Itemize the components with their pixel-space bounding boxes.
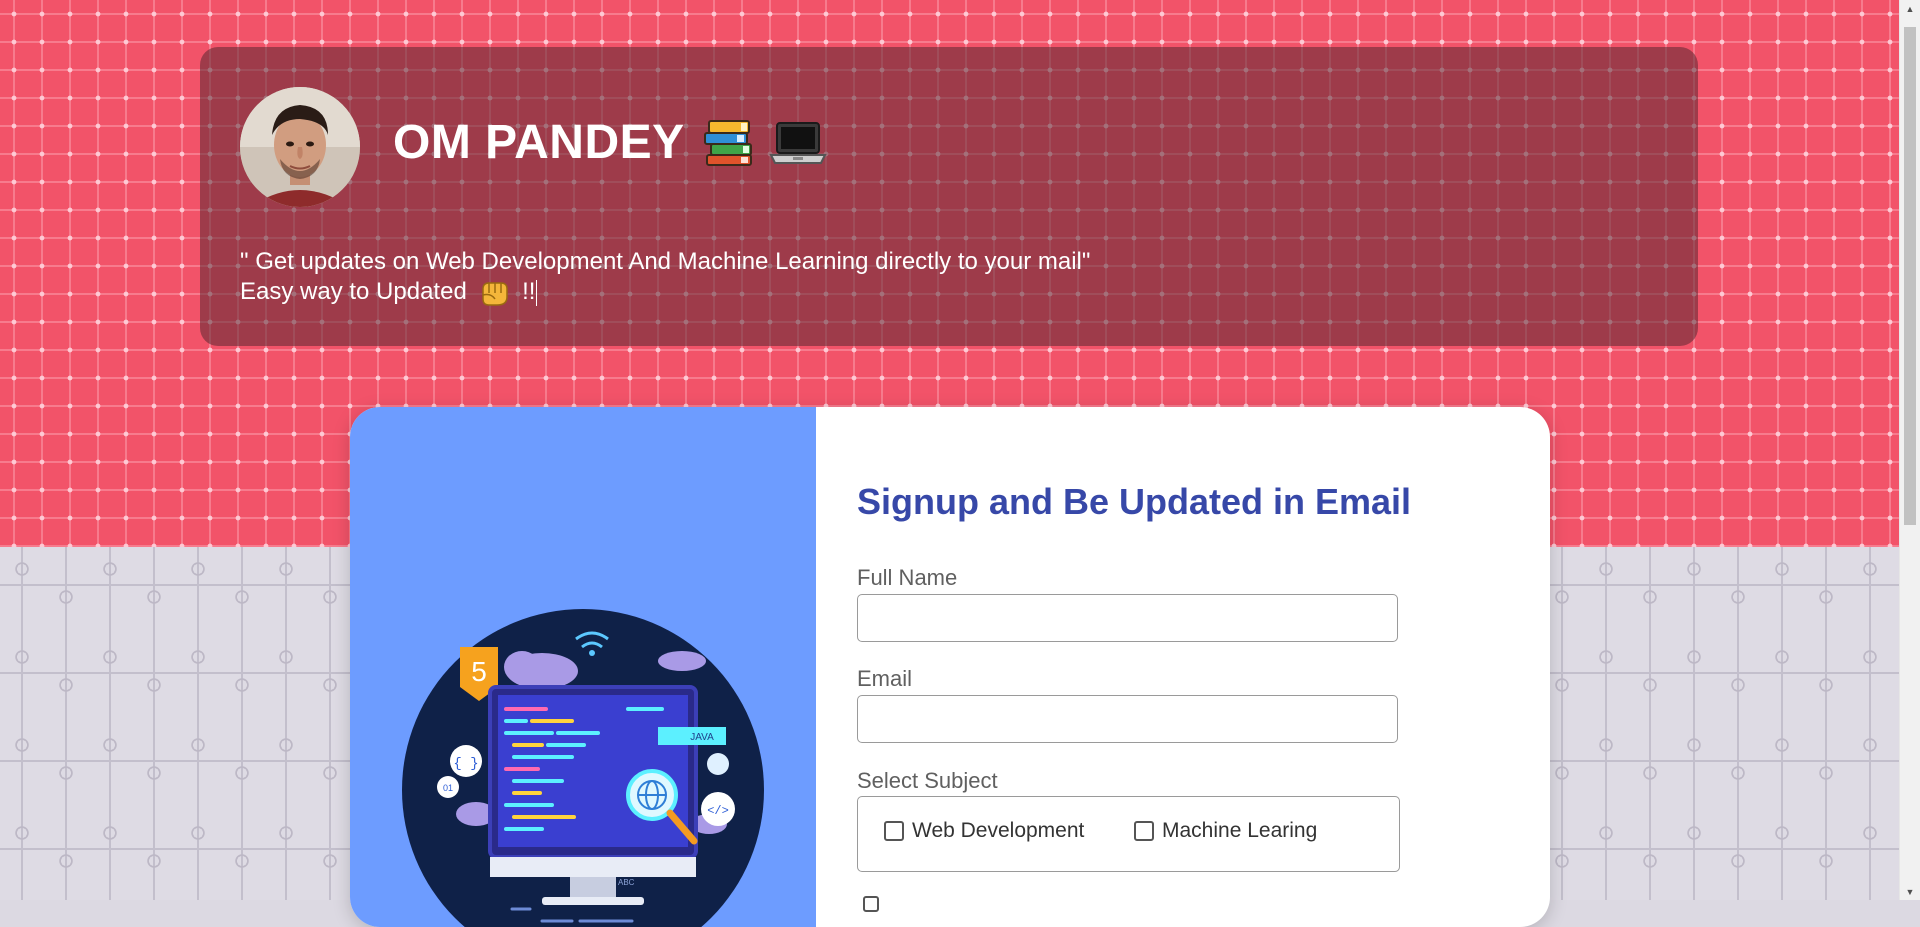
- code-tag-label: </>: [707, 804, 729, 818]
- avatar: [240, 87, 360, 207]
- subject-option-machine-learning[interactable]: Machine Learing: [1134, 819, 1317, 843]
- web-development-checkbox[interactable]: [884, 821, 904, 841]
- full-name-input[interactable]: [857, 594, 1398, 642]
- java-label: JAVA: [690, 732, 714, 743]
- text-caret: [536, 279, 538, 306]
- name-emojis: [703, 117, 827, 169]
- braces-label: { }: [453, 756, 478, 772]
- tagline-suffix: !!: [522, 278, 536, 305]
- scrollbar-thumb[interactable]: [1904, 27, 1916, 525]
- full-name-label: Full Name: [857, 565, 958, 590]
- machine-learning-label: Machine Learing: [1162, 819, 1318, 842]
- tagline-line-2: Easy way to Updated !!: [240, 277, 1090, 307]
- subject-option-web-development[interactable]: Web Development: [884, 819, 1084, 843]
- signup-card: 5 JAVA {} 01 </> ABC Signup and Be Upda…: [350, 407, 1550, 927]
- profile-name-heading: OM PANDEY: [393, 115, 827, 170]
- tagline-line-2-text: Easy way to Updated: [240, 278, 467, 305]
- avatar-portrait-icon: [240, 87, 360, 207]
- laptop-icon: [769, 121, 827, 164]
- select-subject-label: Select Subject: [857, 768, 998, 793]
- signup-title: Signup and Be Updated in Email: [857, 481, 1412, 522]
- illustration-panel: 5 JAVA {} 01 </> ABC: [350, 407, 816, 927]
- scroll-down-arrow-icon[interactable]: ▼: [1900, 883, 1920, 900]
- badge-number: 5: [471, 656, 487, 687]
- web-development-illustration: 5 JAVA {} 01 </> ABC: [402, 609, 764, 927]
- subject-selector: Web Development Machine Learing: [857, 796, 1400, 872]
- scroll-up-arrow-icon[interactable]: ▲: [1900, 0, 1920, 17]
- email-input[interactable]: [857, 695, 1398, 743]
- email-label: Email: [857, 666, 913, 691]
- fist-bump-icon: [482, 281, 509, 306]
- vertical-scrollbar[interactable]: ▲ ▼: [1899, 0, 1920, 900]
- terms-checkbox[interactable]: [863, 896, 879, 912]
- profile-name: OM PANDEY: [393, 116, 685, 169]
- tagline-line-1: " Get updates on Web Development And Mac…: [240, 248, 1091, 275]
- books-icon: [703, 119, 752, 166]
- web-development-label: Web Development: [912, 819, 1085, 842]
- machine-learning-checkbox[interactable]: [1134, 821, 1154, 841]
- profile-header-card: OM PANDEY " Get updates on Web Developme…: [200, 47, 1698, 346]
- tagline: " Get updates on Web Development And Mac…: [240, 247, 1090, 307]
- zero-one-label: 01: [443, 783, 453, 793]
- abc-label: ABC: [618, 878, 635, 887]
